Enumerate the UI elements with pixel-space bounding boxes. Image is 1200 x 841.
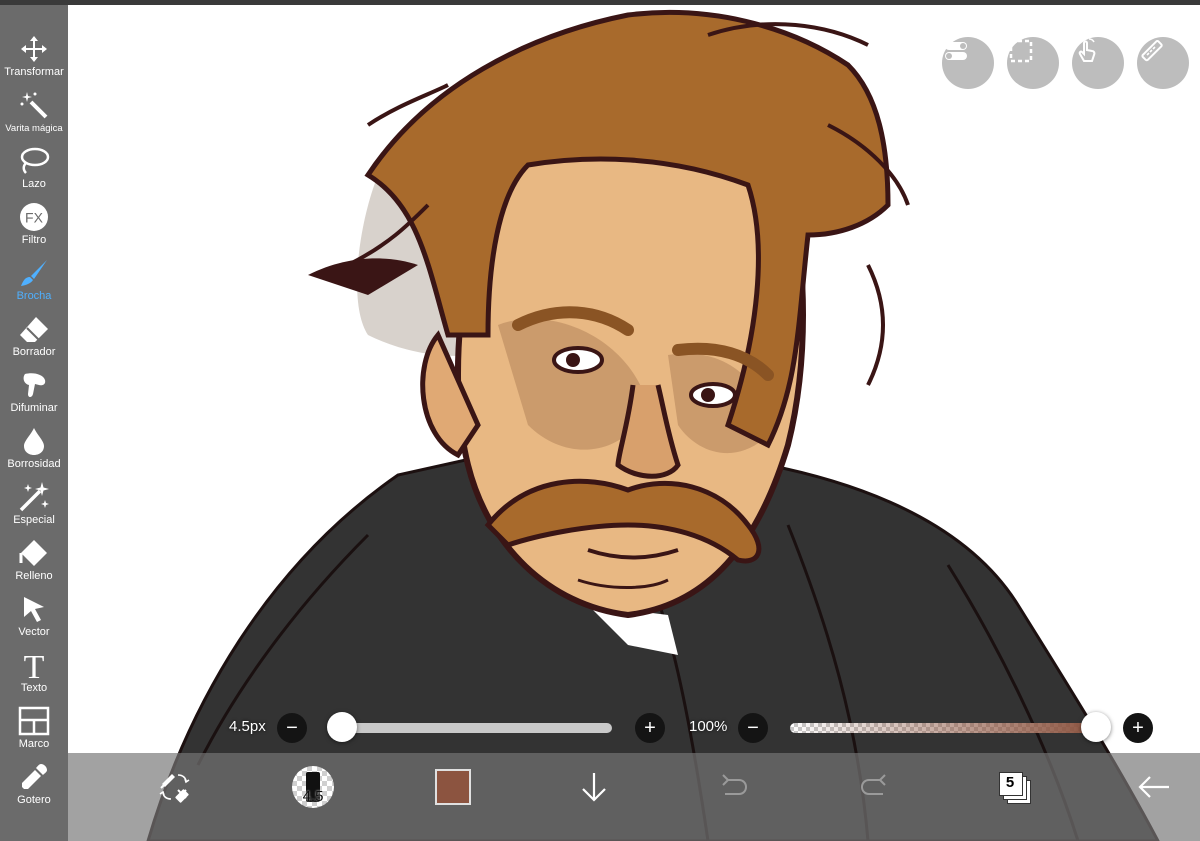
tool-label: Marco bbox=[18, 738, 50, 750]
tool-label: Vector bbox=[18, 626, 50, 638]
tool-difuminar[interactable]: Difuminar bbox=[0, 369, 68, 425]
selection-button[interactable] bbox=[1007, 37, 1059, 89]
opacity-decrease-button[interactable]: − bbox=[738, 713, 768, 743]
toggle-icon bbox=[945, 42, 967, 60]
move-arrows-icon bbox=[17, 33, 51, 65]
tool-vector[interactable]: Vector bbox=[0, 593, 68, 649]
vector-cursor-icon bbox=[17, 593, 51, 625]
text-icon: T bbox=[17, 649, 51, 681]
tool-filtro[interactable]: FX Filtro bbox=[0, 201, 68, 257]
brush-size-decrease-button[interactable]: − bbox=[277, 713, 307, 743]
opacity-slider-thumb[interactable] bbox=[1081, 712, 1111, 742]
magic-wand-icon bbox=[17, 89, 51, 121]
undo-icon bbox=[722, 774, 748, 795]
brush-size-label: 4.5px bbox=[229, 718, 266, 735]
layers-button[interactable]: 5 bbox=[996, 762, 1032, 812]
import-button[interactable] bbox=[578, 762, 610, 812]
special-sparkle-icon bbox=[17, 481, 51, 513]
eyedropper-icon bbox=[17, 761, 51, 793]
layer-count: 5 bbox=[1005, 774, 1015, 791]
tool-borrador[interactable]: Borrador bbox=[0, 313, 68, 369]
opacity-label: 100% bbox=[689, 718, 728, 735]
brush-preview-icon: 4.5 bbox=[292, 766, 334, 808]
fill-bucket-icon bbox=[17, 537, 51, 569]
ruler-icon bbox=[1141, 40, 1163, 62]
tool-label: Borrosidad bbox=[7, 458, 61, 470]
brush-size-slider-thumb[interactable] bbox=[327, 712, 357, 742]
svg-text:FX: FX bbox=[25, 210, 44, 226]
redo-icon bbox=[860, 774, 886, 795]
artwork bbox=[146, 9, 1160, 841]
tool-varita-magica[interactable]: Varita mágica bbox=[0, 89, 68, 145]
tool-label: Texto bbox=[20, 682, 48, 694]
opacity-increase-button[interactable]: + bbox=[1123, 713, 1153, 743]
ruler-button[interactable] bbox=[1137, 37, 1189, 89]
tool-label: Lazo bbox=[22, 178, 46, 190]
gesture-hand-icon bbox=[1078, 38, 1096, 62]
undo-button[interactable] bbox=[718, 762, 750, 812]
tool-label: Difuminar bbox=[10, 402, 58, 414]
tool-texto[interactable]: T Texto bbox=[0, 649, 68, 705]
color-swatch-icon bbox=[435, 769, 471, 805]
tool-sidebar: Transformar Varita mágica Lazo FX Filtro… bbox=[0, 5, 68, 841]
svg-text:T: T bbox=[24, 649, 45, 681]
tool-lazo[interactable]: Lazo bbox=[0, 145, 68, 201]
download-arrow-icon bbox=[582, 773, 606, 802]
drawing-canvas[interactable] bbox=[68, 5, 1200, 841]
back-arrow-icon bbox=[1138, 776, 1169, 798]
lasso-icon bbox=[17, 145, 51, 177]
swap-tool-button[interactable] bbox=[155, 762, 195, 812]
fx-icon: FX bbox=[17, 201, 51, 233]
tool-label: Varita mágica bbox=[5, 123, 63, 134]
frame-divider-icon bbox=[17, 705, 51, 737]
blur-drop-icon bbox=[17, 425, 51, 457]
tool-brocha[interactable]: Brocha bbox=[0, 257, 68, 313]
smudge-finger-icon bbox=[17, 369, 51, 401]
redo-button[interactable] bbox=[858, 762, 890, 812]
tool-marco[interactable]: Marco bbox=[0, 705, 68, 761]
gesture-button[interactable] bbox=[1072, 37, 1124, 89]
tool-especial[interactable]: Especial bbox=[0, 481, 68, 537]
brush-size-increase-button[interactable]: + bbox=[635, 713, 665, 743]
brush-preview-button[interactable]: 4.5 bbox=[291, 762, 335, 812]
tool-label: Borrador bbox=[12, 346, 56, 358]
layers-icon: 5 bbox=[997, 770, 1031, 804]
opacity-slider[interactable] bbox=[790, 723, 1096, 733]
eraser-icon bbox=[17, 313, 51, 345]
swap-tool-icon bbox=[159, 774, 190, 803]
tool-relleno[interactable]: Relleno bbox=[0, 537, 68, 593]
color-button[interactable] bbox=[434, 762, 472, 812]
tool-transformar[interactable]: Transformar bbox=[0, 33, 68, 89]
brush-size-slider[interactable] bbox=[342, 723, 612, 733]
tool-label: Gotero bbox=[17, 794, 51, 806]
tool-label: Especial bbox=[13, 514, 55, 526]
tool-label: Transformar bbox=[4, 66, 64, 78]
brush-icon bbox=[17, 257, 51, 289]
tool-gotero[interactable]: Gotero bbox=[0, 761, 68, 817]
tool-label: Relleno bbox=[15, 570, 53, 582]
tool-label: Brocha bbox=[16, 290, 52, 302]
toggle-button[interactable] bbox=[942, 37, 994, 89]
brush-preview-size: 4.5 bbox=[302, 788, 324, 805]
tool-borrosidad[interactable]: Borrosidad bbox=[0, 425, 68, 481]
selection-icon bbox=[1009, 39, 1033, 63]
tool-label: Filtro bbox=[21, 234, 47, 246]
back-button[interactable] bbox=[1136, 762, 1172, 812]
